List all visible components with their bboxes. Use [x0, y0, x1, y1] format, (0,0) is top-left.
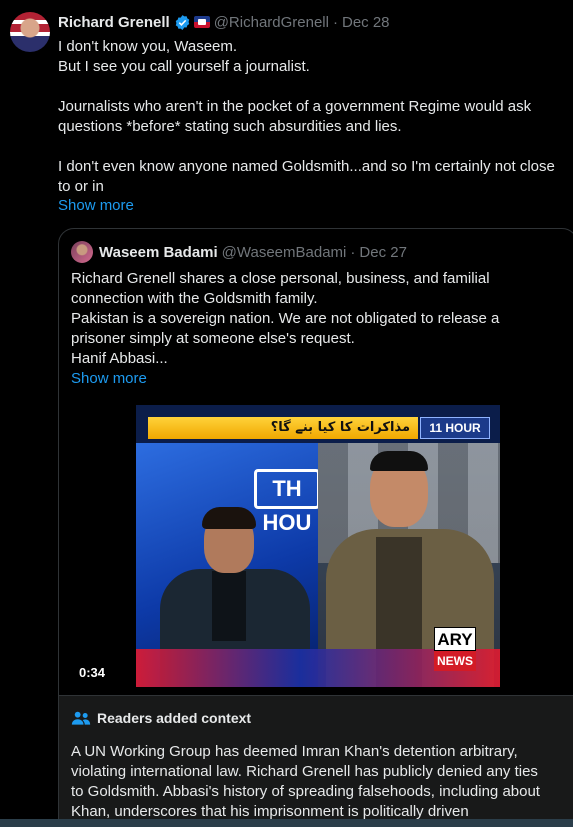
video-banner: مذاکرات کا کیا بنے گا؟ 11 HOUR — [136, 405, 500, 443]
quote-line: Hanif Abbasi... — [71, 350, 168, 367]
quote-author-avatar[interactable] — [71, 241, 93, 263]
quote-date[interactable]: Dec 27 — [359, 244, 407, 261]
banner-headline: مذاکرات کا کیا بنے گا؟ — [148, 417, 418, 439]
author-name[interactable]: Richard Grenell — [58, 14, 170, 31]
tweet-body: I don't know you, Waseem. But I see you … — [58, 37, 570, 197]
community-note-body: A UN Working Group has deemed Imran Khan… — [71, 742, 569, 822]
tweet-line: But I see you call yourself a journalist… — [58, 58, 310, 75]
quote-line: Pakistan is a sovereign nation. We are n… — [71, 310, 500, 327]
video-duration: 0:34 — [79, 665, 106, 680]
channel-logo-bottom: NEWS — [434, 651, 476, 671]
community-note-header: Readers added context — [71, 710, 251, 726]
tweet-line: Journalists who aren't in the pocket of … — [58, 98, 532, 115]
separator-dot: · — [332, 13, 338, 31]
bottom-bar — [0, 819, 573, 827]
tweet-line: questions *before* stating such absurdit… — [58, 118, 402, 135]
quote-line: connection with the Goldsmith family. — [71, 290, 318, 307]
tweet-header: Richard Grenell @RichardGrenell · Dec 28 — [58, 12, 390, 32]
tweet-date[interactable]: Dec 28 — [342, 14, 390, 31]
author-handle[interactable]: @RichardGrenell — [214, 14, 329, 31]
show-more-link[interactable]: Show more — [58, 197, 134, 214]
affiliation-badge-icon — [193, 16, 210, 28]
quoted-tweet[interactable]: Waseem Badami @WaseemBadami · Dec 27 Ric… — [58, 228, 573, 827]
author-avatar[interactable] — [10, 12, 50, 52]
community-note-title: Readers added context — [97, 710, 252, 726]
separator-dot: · — [350, 243, 356, 261]
channel-logo-top: ARY — [434, 627, 476, 651]
tweet-line: to or in — [58, 178, 104, 195]
video-frame: مذاکرات کا کیا بنے گا؟ 11 HOUR TH HOU AR… — [136, 405, 500, 687]
studio-sign: TH HOU — [254, 469, 320, 535]
community-note[interactable]: Readers added context A UN Working Group… — [59, 695, 573, 827]
note-line: A UN Working Group has deemed Imran Khan… — [71, 743, 518, 760]
verified-badge-icon — [175, 14, 189, 30]
tweet-line: I don't know you, Waseem. — [58, 38, 238, 55]
show-logo: 11 HOUR — [420, 417, 490, 439]
quote-line: Richard Grenell shares a close personal,… — [71, 270, 490, 287]
video-player[interactable]: مذاکرات کا کیا بنے گا؟ 11 HOUR TH HOU AR… — [59, 397, 573, 695]
quote-body: Richard Grenell shares a close personal,… — [71, 269, 571, 369]
quote-author-name[interactable]: Waseem Badami — [99, 244, 218, 261]
quote-header: Waseem Badami @WaseemBadami · Dec 27 — [71, 241, 407, 263]
note-line: to Goldsmith. Abbasi's history of spread… — [71, 783, 540, 800]
channel-logo: ARY NEWS — [434, 627, 476, 677]
tweet-line: I don't even know anyone named Goldsmith… — [58, 158, 555, 175]
people-icon — [71, 711, 91, 725]
quote-line: prisoner simply at someone else's reques… — [71, 330, 355, 347]
quote-author-handle[interactable]: @WaseemBadami — [222, 244, 347, 261]
note-line: violating international law. Richard Gre… — [71, 763, 538, 780]
quote-show-more-link[interactable]: Show more — [71, 370, 147, 387]
